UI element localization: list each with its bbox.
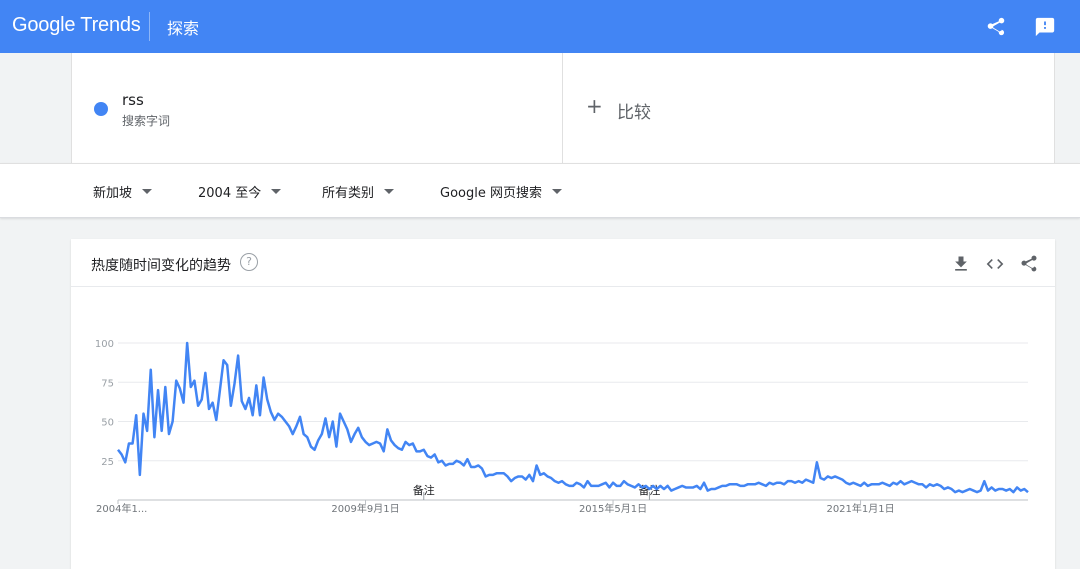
time-range-value: 2004 至今 [198,186,262,201]
share-icon[interactable] [1019,254,1039,274]
y-tick-label: 100 [95,339,114,350]
share-icon[interactable] [985,16,1007,38]
y-tick-label: 50 [101,418,114,429]
series-line-rss[interactable] [117,341,1029,494]
x-tick-label: 2004年1... [96,502,147,515]
annotation-label[interactable]: 备注 [413,483,435,497]
header-divider [149,12,150,41]
chevron-down-icon [551,189,562,194]
embed-code-icon[interactable] [985,254,1005,274]
plus-icon: + [586,94,603,118]
search-term-type: 搜索字词 [122,114,171,128]
feedback-icon[interactable] [1034,16,1056,38]
region-value: 新加坡 [93,186,133,201]
search-type-value: Google 网页搜索 [440,186,542,201]
logo-trends: Trends [80,14,141,36]
interest-over-time-card: 热度随时间变化的趋势 ? 25 50 75 100 2004年1... 2009年9月1日… [71,239,1055,569]
logo-google: Google [12,14,76,36]
trend-line-chart[interactable]: 25 50 75 100 2004年1... 2009年9月1日 2015年5月1日 2021… [71,287,1055,569]
y-tick-label: 25 [101,457,114,468]
x-tick-label: 2021年1月1日 [826,502,894,515]
chevron-down-icon [142,189,153,194]
category-value: 所有类别 [322,186,375,201]
compare-card[interactable]: + 比较 [563,53,1055,163]
chevron-down-icon [384,189,395,194]
region-dropdown[interactable]: 新加坡 [93,182,153,201]
compare-label: 比较 [617,103,651,123]
x-tick-label: 2009年9月1日 [331,502,399,515]
search-term-name[interactable]: rss [122,91,144,109]
top-bar: Google Trends 探索 [0,0,1080,53]
card-title: 热度随时间变化的趋势 [91,258,231,274]
term-color-dot [94,102,108,116]
download-icon[interactable] [951,254,971,274]
search-type-dropdown[interactable]: Google 网页搜索 [440,182,562,201]
help-icon[interactable]: ? [240,253,258,271]
y-tick-label: 75 [101,378,114,389]
chevron-down-icon [271,189,282,194]
time-range-dropdown[interactable]: 2004 至今 [198,182,282,201]
search-term-card[interactable]: rss 搜索字词 [71,53,563,163]
category-dropdown[interactable]: 所有类别 [322,182,395,201]
page-title: 探索 [167,19,200,38]
google-trends-logo[interactable]: Google Trends [12,14,141,37]
x-tick-label: 2015年5月1日 [579,502,647,515]
search-terms-bar: rss 搜索字词 + 比较 [0,53,1080,163]
filter-bar: 新加坡 2004 至今 所有类别 Google 网页搜索 [0,163,1080,218]
